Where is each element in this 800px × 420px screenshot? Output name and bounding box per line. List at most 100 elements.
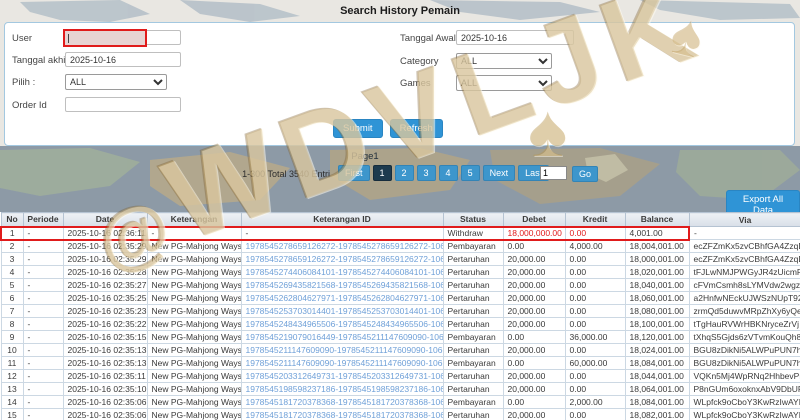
order-id-input[interactable] bbox=[65, 97, 181, 112]
table-row: 9 - 2025-10-16 02:35:15 New PG-Mahjong W… bbox=[0, 330, 800, 344]
cell-date: 2025-10-16 02:35:27 bbox=[62, 278, 148, 292]
table-row: 2 - 2025-10-16 02:35:29 New PG-Mahjong W… bbox=[0, 239, 800, 253]
tanggal-awal-input[interactable] bbox=[456, 30, 574, 45]
cell-balance: 18,020,001.00 bbox=[624, 265, 690, 279]
keterangan-id-link[interactable]: 1978545219079016449-1978545211147609090-… bbox=[240, 330, 444, 344]
cell-date: 2025-10-16 02:35:13 bbox=[62, 356, 148, 370]
games-label: Games bbox=[400, 78, 431, 89]
cell-via: ecZFZmKx5zvCBhfGA4ZzqD bbox=[688, 252, 800, 266]
go-button[interactable]: Go bbox=[572, 166, 599, 182]
cell-keterangan: New PG-Mahjong Ways bbox=[146, 265, 242, 279]
page-button[interactable]: 5 bbox=[460, 165, 480, 181]
cell-status: Pembayaran bbox=[442, 356, 504, 370]
cell-debet: 0.00 bbox=[502, 395, 566, 409]
cell-no: 2 bbox=[0, 239, 24, 253]
cell-status: Pertaruhan bbox=[442, 265, 504, 279]
column-header: Keterangan ID bbox=[240, 212, 444, 227]
cell-periode: - bbox=[22, 291, 64, 305]
page-jump-input[interactable] bbox=[540, 166, 567, 180]
cell-balance: 18,120,001.00 bbox=[624, 330, 690, 344]
table-row: 1 - 2025-10-16 02:36:11 - - Withdraw 18,… bbox=[0, 225, 800, 241]
cell-date: 2025-10-16 02:35:23 bbox=[62, 304, 148, 318]
page-button[interactable]: First bbox=[338, 165, 370, 181]
text-cursor bbox=[68, 34, 69, 43]
cell-status: Pertaruhan bbox=[442, 252, 504, 266]
keterangan-id-link[interactable]: 1978545203312649731-1978545203312649731-… bbox=[240, 369, 444, 383]
order-id-label: Order Id bbox=[12, 100, 47, 111]
keterangan-id-link[interactable]: 1978545248434965506-1978545248434965506-… bbox=[240, 317, 444, 331]
cell-kredit: 0.00 bbox=[564, 265, 626, 279]
cell-status: Pembayaran bbox=[442, 239, 504, 253]
cell-date: 2025-10-16 02:35:13 bbox=[62, 343, 148, 357]
keterangan-id-link[interactable]: 1978545262804627971-1978545262804627971-… bbox=[240, 291, 444, 305]
cell-periode: - bbox=[22, 225, 64, 241]
cell-periode: - bbox=[22, 265, 64, 279]
cell-kredit: 2,000.00 bbox=[564, 395, 626, 409]
cell-periode: - bbox=[22, 317, 64, 331]
column-header: Periode bbox=[22, 212, 64, 227]
keterangan-id-link[interactable]: 1978545211147609090-1978545211147609090-… bbox=[240, 356, 444, 370]
keterangan-id-link[interactable]: 1978545278659126272-1978545278659126272-… bbox=[240, 252, 444, 266]
column-header: No bbox=[0, 212, 24, 227]
cell-via: zrmQd5duwvMRpZhXy6yQeS bbox=[688, 304, 800, 318]
cell-periode: - bbox=[22, 408, 64, 420]
pilih-select[interactable]: ALL bbox=[65, 74, 167, 90]
table-row: 15 - 2025-10-16 02:35:06 New PG-Mahjong … bbox=[0, 408, 800, 420]
table-row: 12 - 2025-10-16 02:35:11 New PG-Mahjong … bbox=[0, 369, 800, 383]
cell-no: 1 bbox=[0, 225, 24, 241]
cell-via: cFVmCsmh8sLYMVdw2wgz3j bbox=[688, 278, 800, 292]
keterangan-id-link[interactable]: 1978545278659126272-1978545278659126272-… bbox=[240, 239, 444, 253]
cell-debet: 20,000.00 bbox=[502, 291, 566, 305]
tanggal-awal-label: Tanggal Awal bbox=[400, 33, 456, 44]
cell-kredit: 4,000.00 bbox=[564, 239, 626, 253]
keterangan-id-link[interactable]: 1978545269435821568-1978545269435821568-… bbox=[240, 278, 444, 292]
page-button[interactable]: 3 bbox=[416, 165, 436, 181]
cell-kredit: 0.00 bbox=[564, 304, 626, 318]
cell-no: 14 bbox=[0, 395, 24, 409]
cell-periode: - bbox=[22, 343, 64, 357]
cell-periode: - bbox=[22, 369, 64, 383]
refresh-button[interactable]: Refresh bbox=[389, 119, 443, 138]
table-row: 14 - 2025-10-16 02:35:06 New PG-Mahjong … bbox=[0, 395, 800, 409]
cell-kredit: 0.00 bbox=[564, 382, 626, 396]
keterangan-id-link[interactable]: 1978545181720378368-1978545181720378368-… bbox=[240, 408, 444, 420]
cell-balance: 4,001.00 bbox=[624, 225, 690, 241]
cell-keterangan: - bbox=[146, 225, 242, 241]
cell-status: Pertaruhan bbox=[442, 382, 504, 396]
cell-debet: 20,000.00 bbox=[502, 408, 566, 420]
cell-kredit: 60,000.00 bbox=[564, 356, 626, 370]
page-button[interactable]: 1 bbox=[372, 165, 392, 181]
tanggal-akhir-label: Tanggal akhir bbox=[12, 55, 69, 66]
keterangan-id-link[interactable]: 1978545198598237186-1978545198598237186-… bbox=[240, 382, 444, 396]
cell-keterangan: New PG-Mahjong Ways bbox=[146, 278, 242, 292]
table-header-row: No Periode Date Keterangan Keterangan ID Stat… bbox=[0, 212, 800, 227]
cell-keterangan: New PG-Mahjong Ways bbox=[146, 252, 242, 266]
keterangan-id-link[interactable]: 1978545181720378368-1978545181720378368-… bbox=[240, 395, 444, 409]
games-select[interactable]: ALL bbox=[456, 75, 552, 91]
column-header: Status bbox=[442, 212, 504, 227]
cell-keterangan: New PG-Mahjong Ways bbox=[146, 317, 242, 331]
keterangan-id-link[interactable]: - bbox=[240, 225, 444, 241]
keterangan-id-link[interactable]: 1978545211147609090-1978545211147609090-… bbox=[240, 343, 444, 357]
cell-balance: 18,000,001.00 bbox=[624, 252, 690, 266]
cell-status: Pertaruhan bbox=[442, 291, 504, 305]
page-button[interactable]: 2 bbox=[394, 165, 414, 181]
page-number-label: Page1 bbox=[351, 151, 379, 162]
cell-date: 2025-10-16 02:35:22 bbox=[62, 317, 148, 331]
keterangan-id-link[interactable]: 1978545253703014401-1978545253703014401-… bbox=[240, 304, 444, 318]
table-row: 13 - 2025-10-16 02:35:10 New PG-Mahjong … bbox=[0, 382, 800, 396]
cell-balance: 18,084,001.00 bbox=[624, 356, 690, 370]
page-button[interactable]: 4 bbox=[438, 165, 458, 181]
cell-keterangan: New PG-Mahjong Ways bbox=[146, 356, 242, 370]
category-select[interactable]: ALL bbox=[456, 53, 552, 69]
cell-kredit: 36,000.00 bbox=[564, 330, 626, 344]
column-header: Balance bbox=[624, 212, 690, 227]
cell-date: 2025-10-16 02:35:11 bbox=[62, 369, 148, 383]
page-button[interactable]: Next bbox=[482, 165, 516, 181]
submit-button[interactable]: Submit bbox=[333, 119, 383, 138]
keterangan-id-link[interactable]: 1978545274406084101-1978545274406084101-… bbox=[240, 265, 444, 279]
column-header: Date bbox=[62, 212, 148, 227]
cell-via: WLpfck9oCboY3KwRzIwAYL bbox=[688, 408, 800, 420]
total-entries-text: 1-300 Total 3540 Entri bbox=[242, 169, 330, 179]
tanggal-akhir-input[interactable] bbox=[65, 52, 181, 67]
